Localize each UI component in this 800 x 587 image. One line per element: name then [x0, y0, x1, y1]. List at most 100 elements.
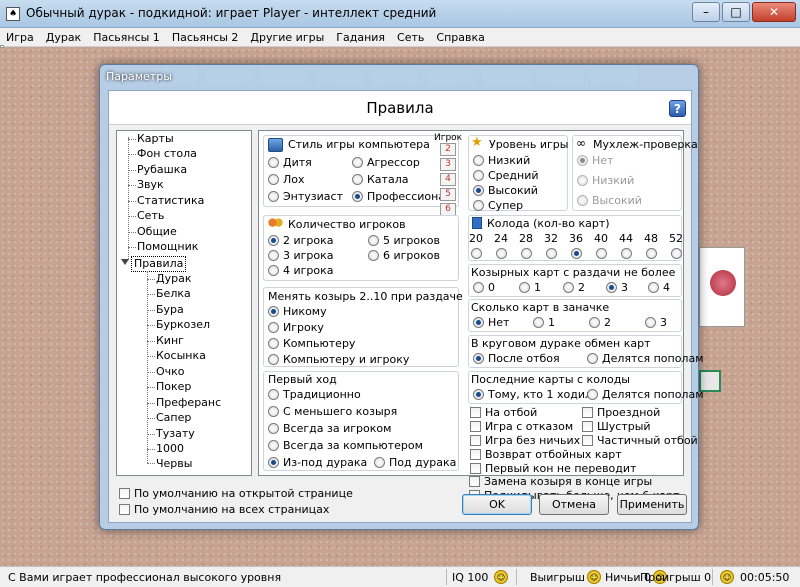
cheat-option-low[interactable]: Низкий	[577, 174, 634, 188]
check-refusal-game[interactable]: Игра с отказом	[470, 420, 573, 434]
tree-child-belka[interactable]: Белка	[156, 287, 191, 301]
krug-option-split[interactable]: Делятся пополам	[587, 352, 704, 366]
menu-help[interactable]: Справка	[436, 28, 484, 46]
tree-child-burkozel[interactable]: Буркозел	[156, 318, 210, 332]
deck-radio-44[interactable]	[621, 248, 632, 259]
last-option-split[interactable]: Делятся пополам	[587, 388, 704, 402]
tree-item-table-background[interactable]: Фон стола	[137, 147, 197, 161]
minimize-button[interactable]: –	[692, 2, 720, 22]
expand-arrow-icon[interactable]	[121, 259, 129, 265]
igrok-button-3[interactable]: 3	[440, 158, 456, 171]
check-shustry[interactable]: Шустрый	[582, 420, 651, 434]
deck-radio-20[interactable]	[471, 248, 482, 259]
tree-item-rules[interactable]: Правила	[131, 256, 187, 272]
igrok-button-4[interactable]: 4	[440, 173, 456, 186]
last-option-first-mover[interactable]: Тому, кто 1 ходил	[473, 388, 592, 402]
menu-other-games[interactable]: Другие игры	[250, 28, 324, 46]
tree-child-1000[interactable]: 1000	[156, 442, 184, 456]
first-option-under-fool[interactable]: Под дурака	[374, 456, 456, 470]
check-partial-beat[interactable]: Частичный отбой	[582, 434, 698, 448]
stash-option-1[interactable]: 1	[533, 316, 555, 330]
first-option-lowest-trump[interactable]: С меньшего козыря	[268, 405, 397, 419]
style-option-enthusiast[interactable]: Энтузиаст	[268, 190, 343, 204]
menu-durak[interactable]: Дурак	[46, 28, 81, 46]
menu-game[interactable]: Игра	[6, 28, 34, 46]
tree-item-statistics[interactable]: Статистика	[137, 194, 204, 208]
players-option-5[interactable]: 5 игроков	[368, 234, 440, 248]
first-option-player[interactable]: Всегда за игроком	[268, 422, 391, 436]
stash-option-none[interactable]: Нет	[473, 316, 509, 330]
menu-solitaire-2[interactable]: Пасьянсы 2	[172, 28, 239, 46]
igrok-button-5[interactable]: 5	[440, 188, 456, 201]
tree-item-sound[interactable]: Звук	[137, 178, 164, 192]
close-button[interactable]: ✕	[752, 2, 796, 22]
menu-network[interactable]: Сеть	[397, 28, 424, 46]
help-icon[interactable]: ?	[669, 100, 686, 117]
players-option-4[interactable]: 4 игрока	[268, 264, 334, 278]
level-option-medium[interactable]: Средний	[473, 169, 539, 183]
apply-button[interactable]: Применить	[617, 494, 687, 515]
tree-child-ochko[interactable]: Очко	[156, 365, 185, 379]
default-open-page-checkbox[interactable]: По умолчанию на открытой странице	[119, 487, 353, 501]
style-option-aggressor[interactable]: Агрессор	[352, 156, 420, 170]
tree-child-poker[interactable]: Покер	[156, 380, 191, 394]
first-option-from-under-fool[interactable]: Из-под дурака	[268, 456, 367, 470]
cancel-button[interactable]: Отмена	[539, 494, 609, 515]
check-no-draws[interactable]: Игра без ничьих	[470, 434, 580, 448]
deck-radio-48[interactable]	[646, 248, 657, 259]
check-proezdnoy[interactable]: Проездной	[582, 406, 660, 420]
first-option-traditional[interactable]: Традиционно	[268, 388, 361, 402]
tree-item-card-back[interactable]: Рубашка	[137, 163, 187, 177]
cheat-option-none[interactable]: Нет	[577, 154, 613, 168]
deck-radio-40[interactable]	[596, 248, 607, 259]
players-option-6[interactable]: 6 игроков	[368, 249, 440, 263]
trumps-option-2[interactable]: 2	[563, 281, 585, 295]
level-option-super[interactable]: Супер	[473, 199, 523, 213]
deck-radio-28[interactable]	[521, 248, 532, 259]
tree-item-assistant[interactable]: Помощник	[137, 240, 198, 254]
ok-button[interactable]: OK	[462, 494, 532, 515]
tree-item-cards[interactable]: Карты	[137, 132, 174, 146]
deck-radio-24[interactable]	[496, 248, 507, 259]
first-option-computer[interactable]: Всегда за компьютером	[268, 439, 423, 453]
trumps-option-3[interactable]: 3	[606, 281, 628, 295]
exchange-option-player[interactable]: Игроку	[268, 321, 324, 335]
krug-option-after-beat[interactable]: После отбоя	[473, 352, 560, 366]
check-return-beaten[interactable]: Возврат отбойных карт	[470, 448, 622, 462]
igrok-button-2[interactable]: 2	[440, 143, 456, 156]
deck-radio-32[interactable]	[546, 248, 557, 259]
players-option-2[interactable]: 2 игрока	[268, 234, 334, 248]
stash-option-3[interactable]: 3	[645, 316, 667, 330]
tree-child-preferans[interactable]: Преферанс	[156, 396, 221, 410]
tree-child-tuzatu[interactable]: Тузату	[156, 427, 195, 441]
tree-child-durak[interactable]: Дурак	[156, 272, 191, 286]
tree-child-saper[interactable]: Сапер	[156, 411, 191, 425]
exchange-option-both[interactable]: Компьютеру и игроку	[268, 353, 409, 367]
cheat-option-high[interactable]: Высокий	[577, 194, 642, 208]
style-option-katala[interactable]: Катала	[352, 173, 408, 187]
level-option-low[interactable]: Низкий	[473, 154, 530, 168]
stash-option-2[interactable]: 2	[589, 316, 611, 330]
players-option-3[interactable]: 3 игрока	[268, 249, 334, 263]
trumps-option-0[interactable]: 0	[473, 281, 495, 295]
default-all-pages-checkbox[interactable]: По умолчанию на всех страницах	[119, 503, 329, 517]
maximize-button[interactable]: □	[722, 2, 750, 22]
trumps-option-4[interactable]: 4	[648, 281, 670, 295]
tree-item-network[interactable]: Сеть	[137, 209, 164, 223]
check-na-otboy[interactable]: На отбой	[470, 406, 537, 420]
check-first-round-no-transfer[interactable]: Первый кон не переводит	[470, 462, 636, 476]
style-option-professional[interactable]: Профессионал	[352, 190, 452, 204]
exchange-option-computer[interactable]: Компьютеру	[268, 337, 355, 351]
menu-fortune[interactable]: Гадания	[336, 28, 385, 46]
exchange-option-nobody[interactable]: Никому	[268, 305, 327, 319]
deck-radio-36[interactable]	[571, 248, 582, 259]
style-option-loh[interactable]: Лох	[268, 173, 305, 187]
tree-child-chervy[interactable]: Червы	[156, 457, 192, 471]
tree-child-kosynka[interactable]: Косынка	[156, 349, 206, 363]
check-replace-trump-end[interactable]: Замена козыря в конце игры	[469, 475, 652, 489]
level-option-high[interactable]: Высокий	[473, 184, 538, 198]
tree-child-king[interactable]: Кинг	[156, 334, 184, 348]
tree-item-general[interactable]: Общие	[137, 225, 177, 239]
deck-radio-52[interactable]	[671, 248, 682, 259]
menu-solitaire-1[interactable]: Пасьянсы 1	[93, 28, 160, 46]
